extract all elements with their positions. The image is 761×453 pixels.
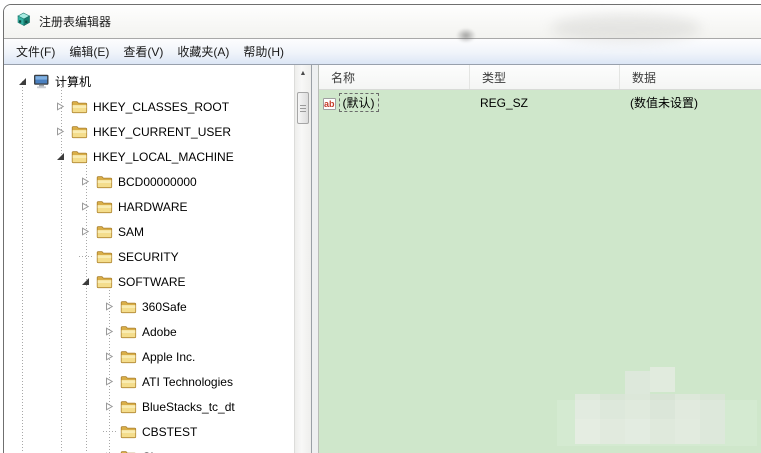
- value-name-cell[interactable]: ab(默认): [319, 93, 470, 112]
- tree-item-label: Cl: [142, 450, 153, 453]
- content-area: 计算机HKEY_CLASSES_ROOT HKEY_CURRENT_USER HKE…: [4, 65, 761, 453]
- folder-icon: [96, 199, 113, 214]
- tree-item[interactable]: 360Safe: [4, 294, 294, 319]
- tree-connector: [103, 431, 116, 432]
- tree-item-label: SOFTWARE: [118, 275, 186, 289]
- folder-icon: [120, 424, 137, 439]
- collapsed-arrow-icon[interactable]: [79, 225, 92, 238]
- menu-bar: 文件(F)编辑(E)查看(V)收藏夹(A)帮助(H): [4, 39, 761, 65]
- folder-icon: [71, 124, 88, 139]
- tree-item[interactable]: HKEY_CLASSES_ROOT: [4, 94, 294, 119]
- folder-icon: [120, 449, 137, 453]
- tree-item-label: HKEY_LOCAL_MACHINE: [93, 150, 234, 164]
- string-value-icon: ab: [323, 96, 336, 110]
- tree-rows: 计算机HKEY_CLASSES_ROOT HKEY_CURRENT_USER HKE…: [4, 65, 294, 453]
- tree-item[interactable]: SAM: [4, 219, 294, 244]
- tree-item-label: 计算机: [55, 73, 91, 90]
- mosaic-tile: [650, 367, 675, 392]
- tree-item[interactable]: HKEY_CURRENT_USER: [4, 119, 294, 144]
- folder-icon: [96, 249, 113, 264]
- value-data: (数值未设置): [620, 94, 761, 111]
- tree-item[interactable]: 计算机: [4, 69, 294, 94]
- list-header: 名称类型数据: [319, 65, 761, 90]
- tree-connector: [79, 256, 92, 257]
- collapsed-arrow-icon[interactable]: [54, 100, 67, 113]
- tree-item[interactable]: BCD00000000: [4, 169, 294, 194]
- tree-item-label: BCD00000000: [118, 175, 197, 189]
- folder-icon: [120, 324, 137, 339]
- registry-editor-icon: [14, 11, 32, 32]
- tree-item[interactable]: SOFTWARE: [4, 269, 294, 294]
- scrollbar-thumb[interactable]: [297, 92, 309, 124]
- collapsed-arrow-icon[interactable]: [103, 325, 116, 338]
- tree-item-label: Adobe: [142, 325, 177, 339]
- folder-icon: [120, 299, 137, 314]
- tree-item[interactable]: SECURITY: [4, 244, 294, 269]
- registry-editor-window: 注册表编辑器 文件(F)编辑(E)查看(V)收藏夹(A)帮助(H) 计算机HKE…: [3, 4, 761, 453]
- expanded-arrow-icon[interactable]: [79, 275, 92, 288]
- column-header[interactable]: 数据: [620, 65, 761, 89]
- tree-item[interactable]: ATI Technologies: [4, 369, 294, 394]
- collapsed-arrow-icon[interactable]: [103, 375, 116, 388]
- tree-item-label: SAM: [118, 225, 144, 239]
- folder-icon: [96, 274, 113, 289]
- tree-item[interactable]: Apple Inc.: [4, 344, 294, 369]
- folder-icon: [120, 399, 137, 414]
- folder-icon: [96, 174, 113, 189]
- collapsed-arrow-icon[interactable]: [103, 300, 116, 313]
- title-bar[interactable]: 注册表编辑器: [4, 5, 761, 39]
- censor-blur-band: [557, 400, 757, 446]
- scroll-up-icon[interactable]: ▲: [295, 65, 311, 82]
- registry-tree-pane: 计算机HKEY_CLASSES_ROOT HKEY_CURRENT_USER HKE…: [4, 65, 312, 453]
- expanded-arrow-icon[interactable]: [54, 150, 67, 163]
- tree-item-label: Apple Inc.: [142, 350, 195, 364]
- computer-icon: [33, 74, 50, 89]
- values-pane: 名称类型数据 ab(默认)REG_SZ(数值未设置): [318, 65, 761, 453]
- thumb-grip: [300, 105, 306, 112]
- tree-item[interactable]: Adobe: [4, 319, 294, 344]
- collapsed-arrow-icon[interactable]: [103, 350, 116, 363]
- folder-icon: [96, 224, 113, 239]
- tree-scrollbar[interactable]: ▲: [294, 65, 311, 453]
- tree-item[interactable]: HARDWARE: [4, 194, 294, 219]
- collapsed-arrow-icon[interactable]: [54, 125, 67, 138]
- tree-item-label: 360Safe: [142, 300, 187, 314]
- tree-item-label: ATI Technologies: [142, 375, 233, 389]
- mosaic-tile: [625, 371, 650, 396]
- value-name: (默认): [339, 93, 379, 112]
- collapsed-arrow-icon[interactable]: [103, 400, 116, 413]
- menu-item[interactable]: 帮助(H): [236, 39, 291, 64]
- folder-icon: [120, 374, 137, 389]
- tree-item-label: HKEY_CURRENT_USER: [93, 125, 231, 139]
- folder-icon: [71, 149, 88, 164]
- tree-item-label: BlueStacks_tc_dt: [142, 400, 235, 414]
- tree-item[interactable]: Cl: [4, 444, 294, 453]
- collapsed-arrow-icon[interactable]: [79, 175, 92, 188]
- menu-item[interactable]: 收藏夹(A): [170, 39, 236, 64]
- folder-icon: [71, 99, 88, 114]
- value-type: REG_SZ: [470, 96, 620, 110]
- menu-item[interactable]: 编辑(E): [62, 39, 116, 64]
- tree-item-label: HARDWARE: [118, 200, 188, 214]
- blur-dot: [456, 28, 476, 43]
- column-header[interactable]: 名称: [319, 65, 470, 89]
- blur-smudge: [551, 14, 701, 42]
- tree-item-label: HKEY_CLASSES_ROOT: [93, 100, 229, 114]
- tree-item[interactable]: BlueStacks_tc_dt: [4, 394, 294, 419]
- screenshot-stage: 注册表编辑器 文件(F)编辑(E)查看(V)收藏夹(A)帮助(H) 计算机HKE…: [0, 0, 761, 453]
- tree-item[interactable]: HKEY_LOCAL_MACHINE: [4, 144, 294, 169]
- collapsed-arrow-icon[interactable]: [79, 200, 92, 213]
- tree-item[interactable]: CBSTEST: [4, 419, 294, 444]
- expanded-arrow-icon[interactable]: [16, 75, 29, 88]
- value-row[interactable]: ab(默认)REG_SZ(数值未设置): [319, 90, 761, 115]
- folder-icon: [120, 349, 137, 364]
- tree-item-label: SECURITY: [118, 250, 179, 264]
- tree-item-label: CBSTEST: [142, 425, 197, 439]
- menu-item[interactable]: 文件(F): [9, 39, 62, 64]
- menu-item[interactable]: 查看(V): [116, 39, 170, 64]
- window-title: 注册表编辑器: [39, 13, 111, 30]
- list-body: ab(默认)REG_SZ(数值未设置): [319, 90, 761, 453]
- column-header[interactable]: 类型: [470, 65, 620, 89]
